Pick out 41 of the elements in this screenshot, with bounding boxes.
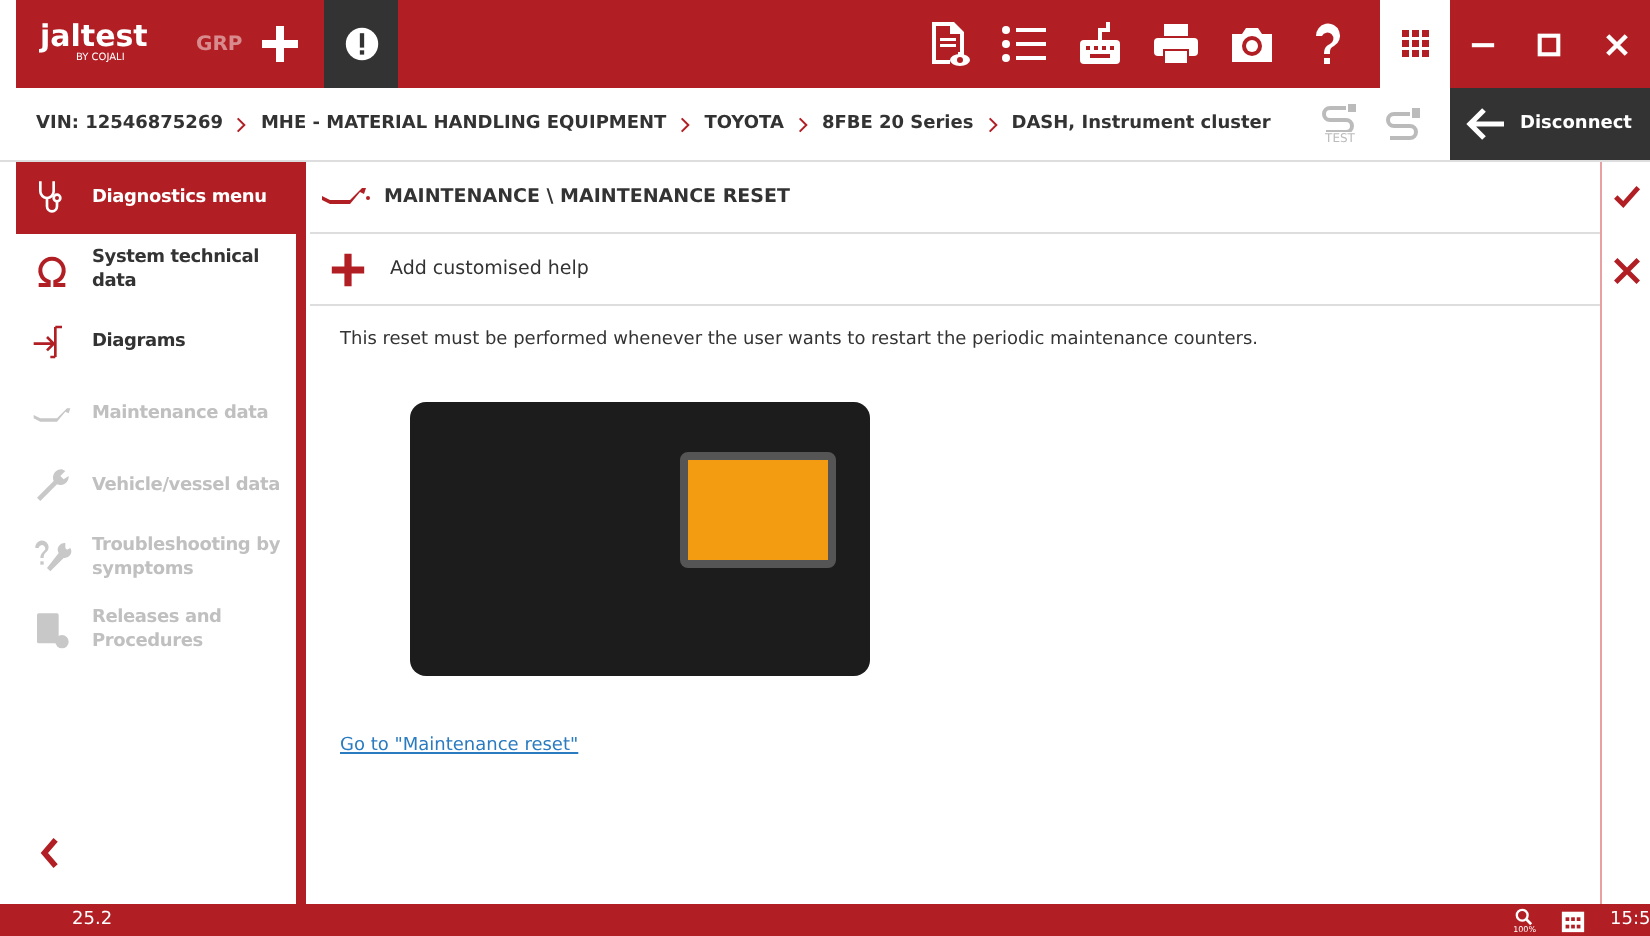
clock-time: 15:5 <box>1610 910 1650 930</box>
sidebar-item[interactable]: System technical data <box>16 234 296 306</box>
page-title: MAINTENANCE \ MAINTENANCE RESET <box>384 186 790 208</box>
exclamation-icon <box>343 26 379 62</box>
maximize-icon[interactable] <box>1536 31 1563 57</box>
group-label: GRP <box>196 33 245 55</box>
brand-logo: jaltest <box>40 22 150 52</box>
wrench-icon <box>32 466 72 506</box>
add-icon[interactable] <box>330 251 366 287</box>
breadcrumb-item[interactable]: 8FBE 20 Series <box>821 114 974 134</box>
alert-button[interactable] <box>324 0 398 88</box>
sidebar-item[interactable]: Diagnostics menu <box>16 162 296 234</box>
chevron-icon <box>797 115 808 133</box>
printer-icon[interactable] <box>1152 20 1200 68</box>
cancel-icon[interactable] <box>1611 256 1641 286</box>
calendar-icon[interactable] <box>1560 907 1586 933</box>
plus-icon[interactable] <box>260 24 300 64</box>
chevron-icon <box>987 115 998 133</box>
arrow-left-icon <box>1466 108 1506 140</box>
search-icon[interactable] <box>1514 907 1535 925</box>
apps-grid-icon[interactable] <box>1401 30 1429 58</box>
breadcrumb-item[interactable]: DASH, Instrument cluster <box>1011 114 1271 134</box>
oil-can-icon <box>32 405 72 423</box>
check-icon[interactable] <box>1611 182 1641 212</box>
breadcrumb-item[interactable]: TOYOTA <box>704 114 784 134</box>
maintenance-reset-link[interactable]: Go to "Maintenance reset" <box>340 736 579 756</box>
document-icon <box>32 610 72 650</box>
chevron-icon <box>680 115 691 133</box>
add-help-link[interactable]: Add customised help <box>390 258 589 280</box>
disconnect-button[interactable]: Disconnect <box>1450 88 1650 160</box>
close-icon[interactable] <box>1603 31 1630 57</box>
collapse-chevron-icon[interactable] <box>40 838 60 868</box>
chevron-icon <box>236 115 247 133</box>
keyboard-icon[interactable] <box>1076 20 1124 68</box>
version-text: 25.2 <box>72 910 113 930</box>
breadcrumb-item[interactable]: MHE - MATERIAL HANDLING EQUIPMENT <box>260 114 667 134</box>
oil-can-icon <box>322 185 370 209</box>
breadcrumb-item[interactable]: VIN: 12546875269 <box>36 114 223 134</box>
description-text: This reset must be performed whenever the user wants to restart the periodic maintenance counters. <box>340 330 1261 350</box>
list-icon[interactable] <box>1000 20 1048 68</box>
sidebar-item[interactable]: Diagrams <box>16 306 296 378</box>
